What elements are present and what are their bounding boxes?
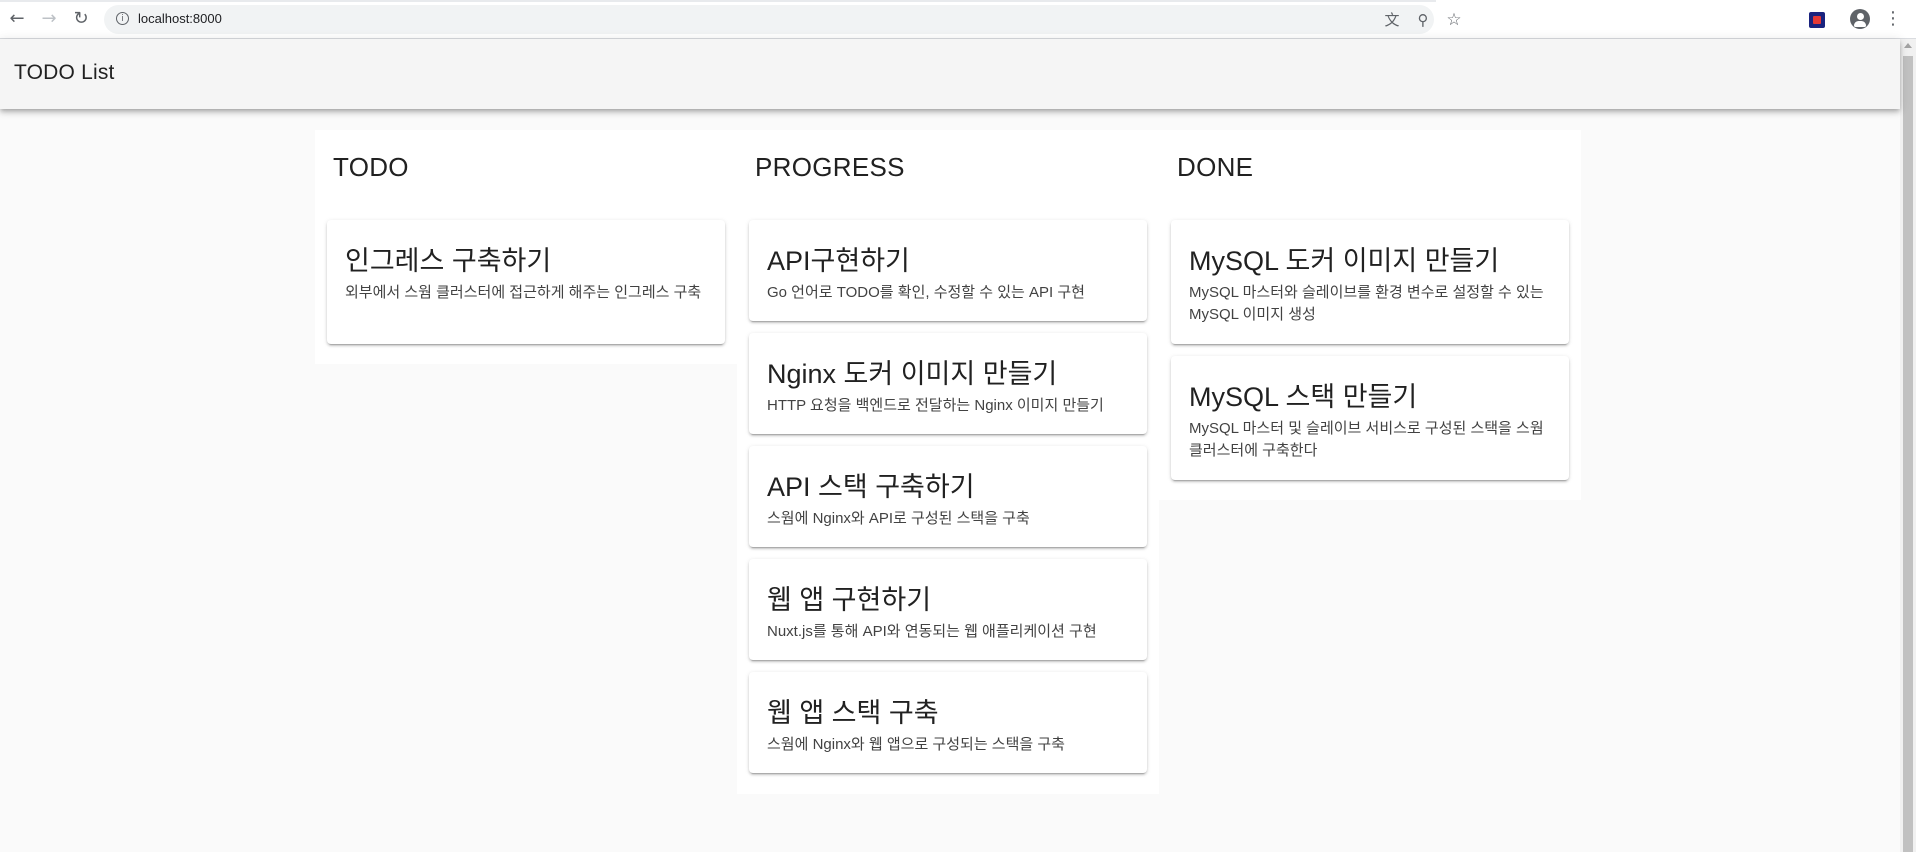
browser-toolbar: ← → ↻ i localhost:8000 文 ⚲ ☆ ⋮: [0, 0, 1916, 39]
card-description: MySQL 마스터 및 슬레이브 서비스로 구성된 스택을 스웜 클러스터에 구…: [1189, 420, 1544, 459]
task-card[interactable]: API구현하기 Go 언어로 TODO를 확인, 수정할 수 있는 API 구현: [749, 220, 1147, 321]
card-title: MySQL 스택 만들기: [1189, 382, 1418, 412]
bookmark-star-icon[interactable]: ☆: [1442, 8, 1466, 32]
app-toolbar: TODO List: [0, 39, 1900, 109]
task-card[interactable]: 웹 앱 구현하기 Nuxt.js를 통해 API와 연동되는 웹 애플리케이션 …: [749, 559, 1147, 660]
card-title: 웹 앱 구현하기: [767, 585, 932, 615]
zoom-icon[interactable]: ⚲: [1411, 8, 1435, 32]
card-title: Nginx 도커 이미지 만들기: [767, 359, 1058, 389]
reload-button[interactable]: ↻: [69, 7, 93, 31]
reload-icon: ↻: [73, 8, 89, 29]
arrow-left-icon: ←: [9, 8, 25, 29]
page-scrollbar[interactable]: [1900, 39, 1916, 852]
back-button[interactable]: ←: [5, 7, 29, 31]
column-title: PROGRESS: [755, 152, 905, 182]
site-info-icon[interactable]: i: [116, 12, 129, 25]
translate-icon[interactable]: 文: [1380, 8, 1404, 32]
card-description: Nuxt.js를 통해 API와 연동되는 웹 애플리케이션 구현: [767, 623, 1097, 640]
address-bar[interactable]: i localhost:8000 文 ⚲ ☆: [104, 5, 1462, 34]
task-card[interactable]: MySQL 도커 이미지 만들기 MySQL 마스터와 슬레이브를 환경 변수로…: [1171, 220, 1569, 344]
card-description: MySQL 마스터와 슬레이브를 환경 변수로 설정할 수 있는 MySQL 이…: [1189, 284, 1544, 323]
card-description: 스웜에 Nginx와 웹 앱으로 구성되는 스택을 구축: [767, 736, 1065, 753]
card-title: MySQL 도커 이미지 만들기: [1189, 246, 1500, 276]
column-done: DONE MySQL 도커 이미지 만들기 MySQL 마스터와 슬레이브를 환…: [1159, 130, 1581, 500]
card-description: 외부에서 스웜 클러스터에 접근하게 해주는 인그레스 구축: [345, 284, 702, 301]
task-card[interactable]: 웹 앱 스택 구축 스웜에 Nginx와 웹 앱으로 구성되는 스택을 구축: [749, 672, 1147, 773]
extension-icon[interactable]: [1809, 12, 1825, 28]
arrow-right-icon: →: [41, 8, 57, 29]
column-title: DONE: [1177, 152, 1254, 182]
column-todo: TODO 인그레스 구축하기 외부에서 스웜 클러스터에 접근하게 해주는 인그…: [315, 130, 737, 364]
card-description: Go 언어로 TODO를 확인, 수정할 수 있는 API 구현: [767, 284, 1085, 301]
scroll-up-arrow-icon[interactable]: [1904, 43, 1912, 48]
task-card[interactable]: Nginx 도커 이미지 만들기 HTTP 요청을 백엔드로 전달하는 Ngin…: [749, 333, 1147, 434]
task-card[interactable]: MySQL 스택 만들기 MySQL 마스터 및 슬레이브 서비스로 구성된 스…: [1171, 356, 1569, 480]
forward-button[interactable]: →: [37, 7, 61, 31]
profile-avatar-icon[interactable]: [1850, 9, 1870, 29]
loading-bar: [0, 0, 1436, 2]
card-title: 인그레스 구축하기: [345, 246, 552, 276]
card-title: API 스택 구축하기: [767, 472, 975, 502]
column-title: TODO: [333, 152, 409, 182]
task-card[interactable]: 인그레스 구축하기 외부에서 스웜 클러스터에 접근하게 해주는 인그레스 구축: [327, 220, 725, 344]
card-title: 웹 앱 스택 구축: [767, 698, 939, 728]
column-progress: PROGRESS API구현하기 Go 언어로 TODO를 확인, 수정할 수 …: [737, 130, 1159, 794]
browser-menu-icon[interactable]: ⋮: [1884, 9, 1902, 29]
card-description: 스웜에 Nginx와 API로 구성된 스택을 구축: [767, 510, 1030, 527]
card-title: API구현하기: [767, 246, 910, 276]
scrollbar-thumb[interactable]: [1903, 56, 1913, 852]
card-description: HTTP 요청을 백엔드로 전달하는 Nginx 이미지 만들기: [767, 397, 1104, 414]
url-text: localhost:8000: [138, 11, 222, 26]
task-card[interactable]: API 스택 구축하기 스웜에 Nginx와 API로 구성된 스택을 구축: [749, 446, 1147, 547]
app-title: TODO List: [14, 61, 115, 84]
